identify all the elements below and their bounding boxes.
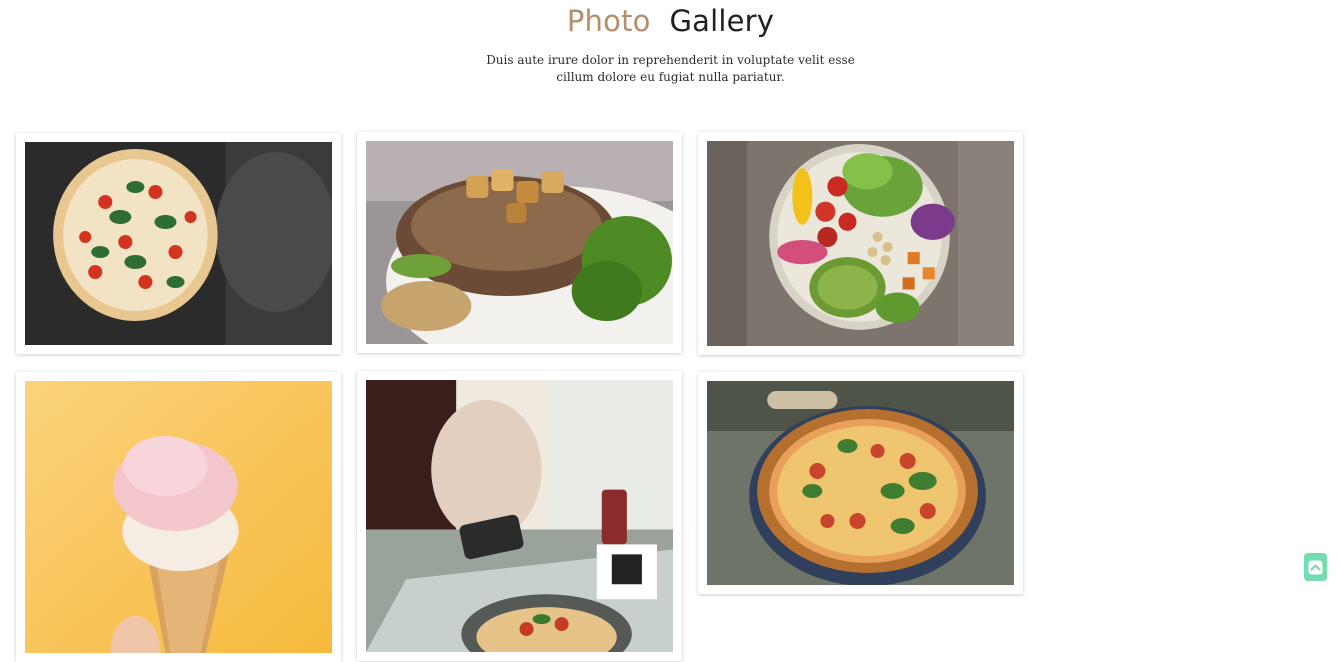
dining-image bbox=[366, 380, 673, 652]
page-title: Photo Gallery bbox=[0, 0, 1341, 40]
scroll-to-top-button[interactable] bbox=[1304, 553, 1327, 581]
gallery-card-1[interactable] bbox=[16, 133, 341, 354]
gallery-header: Photo Gallery Duis aute irure dolor in r… bbox=[0, 0, 1341, 86]
chevron-up-icon bbox=[1308, 560, 1323, 574]
gallery-card-3[interactable] bbox=[698, 132, 1023, 355]
title-accent: Photo bbox=[566, 4, 651, 38]
ice-cream-image bbox=[25, 381, 332, 653]
page-subtitle: Duis aute irure dolor in reprehenderit i… bbox=[486, 53, 855, 84]
salad-image bbox=[707, 141, 1014, 346]
photo-grilled-steak[interactable] bbox=[366, 141, 673, 344]
title-rest: Gallery bbox=[669, 4, 775, 38]
pizza-image bbox=[25, 142, 332, 345]
photo-ice-cream[interactable] bbox=[25, 381, 332, 653]
photo-pizza-table[interactable] bbox=[366, 380, 673, 652]
gallery-card-4[interactable] bbox=[16, 372, 341, 662]
gallery-card-5[interactable] bbox=[357, 371, 682, 661]
photo-pizza-margherita[interactable] bbox=[25, 142, 332, 345]
gallery-card-6[interactable] bbox=[698, 372, 1023, 594]
pizza-wood-image bbox=[707, 381, 1014, 585]
photo-pizza-wood[interactable] bbox=[707, 381, 1014, 585]
gallery-card-2[interactable] bbox=[357, 132, 682, 353]
photo-salad-bowl[interactable] bbox=[707, 141, 1014, 346]
steak-image bbox=[366, 141, 673, 344]
